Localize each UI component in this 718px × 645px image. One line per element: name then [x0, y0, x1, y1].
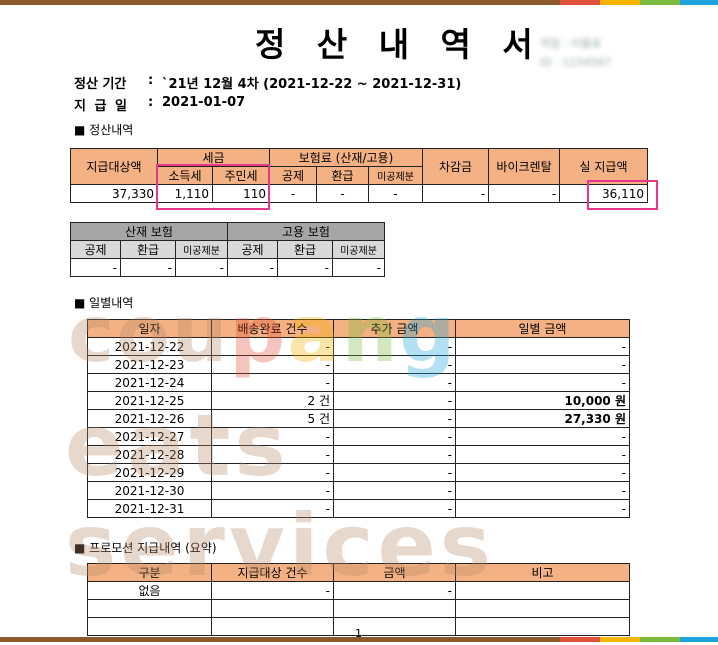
paydate-value: 2021-01-07	[162, 95, 246, 110]
header-acc-refund: 환급	[120, 240, 176, 259]
document-title: 정 산 내 역 서	[255, 25, 543, 64]
promo-row-cell	[87, 599, 212, 618]
value-ins-refund: -	[316, 184, 369, 203]
insurance-table: 산재 보험 고용 보험 공제 환급 미공제분 공제 환급 미공제분 - - - …	[70, 222, 385, 277]
daily-row-cell: -	[455, 373, 630, 392]
header-emp-refund: 환급	[277, 240, 333, 259]
watermark-letter: a	[287, 290, 342, 380]
value-target: 37,330	[70, 184, 158, 203]
promo-row-cell	[87, 617, 212, 636]
promo-row-cell	[211, 617, 334, 636]
watermark-letter: p	[229, 290, 288, 380]
header-employ-ins: 고용 보험	[227, 222, 385, 241]
tax-highlight-box	[156, 164, 270, 210]
paydate-label: 지 급 일	[74, 99, 129, 114]
header-bike: 바이크렌탈	[488, 148, 561, 185]
header-insurance: 보험료 (산재/고용)	[268, 148, 424, 167]
header-emp-undeducted: 미공제분	[332, 240, 385, 259]
period-colon: :	[148, 73, 154, 88]
value-emp-refund: -	[277, 258, 333, 277]
header-diff: 차감금	[422, 148, 490, 185]
header-accident-ins: 산재 보험	[70, 222, 228, 241]
daily-header-amount: 일별 금액	[455, 319, 630, 338]
value-diff: -	[422, 184, 490, 203]
promo-row-cell	[455, 599, 630, 618]
value-emp-deduct: -	[227, 258, 278, 277]
header-ins-deduct: 공제	[269, 166, 317, 185]
watermark-letter: o	[116, 290, 172, 380]
watermark-letter: g	[399, 290, 458, 380]
promo-row-cell	[333, 599, 456, 618]
value-emp-undeducted: -	[332, 258, 385, 277]
value-bike: -	[488, 184, 561, 203]
paydate-colon: :	[148, 95, 154, 110]
promo-row-cell	[455, 617, 630, 636]
top-color-bar	[0, 0, 718, 5]
value-acc-refund: -	[120, 258, 176, 277]
daily-row-cell: -	[455, 337, 630, 356]
promo-row-cell	[333, 617, 456, 636]
header-emp-deduct: 공제	[227, 240, 278, 259]
header-ins-refund: 환급	[316, 166, 369, 185]
promo-row-cell	[211, 599, 334, 618]
header-acc-deduct: 공제	[70, 240, 121, 259]
watermark-letter: c	[68, 290, 117, 380]
daily-row-cell: -	[455, 355, 630, 374]
value-ins-deduct: -	[269, 184, 317, 203]
watermark-coupang: coupang	[68, 290, 457, 380]
value-ins-undeducted: -	[367, 184, 424, 203]
net-highlight-box	[587, 180, 658, 210]
watermark-letter: n	[341, 290, 400, 380]
header-acc-undeducted: 미공제분	[175, 240, 228, 259]
bottom-color-bar	[0, 637, 718, 642]
watermark-letter: u	[171, 290, 230, 380]
blurred-name: 작업 : 이름표	[540, 37, 602, 50]
period-label: 정산 기간	[74, 77, 127, 92]
section-settle-title: ■ 정산내역	[74, 123, 134, 137]
header-target: 지급대상액	[70, 148, 158, 185]
watermark-eats-services: eats services	[65, 396, 495, 596]
value-acc-undeducted: -	[175, 258, 228, 277]
promo-row	[87, 599, 630, 618]
period-value: `21년 12월 4차 (2021-12-22 ~ 2021-12-31)	[162, 77, 462, 92]
blurred-id: ID : 1234567	[540, 56, 612, 69]
header-ins-undeducted: 미공제분	[367, 166, 424, 185]
value-acc-deduct: -	[70, 258, 121, 277]
